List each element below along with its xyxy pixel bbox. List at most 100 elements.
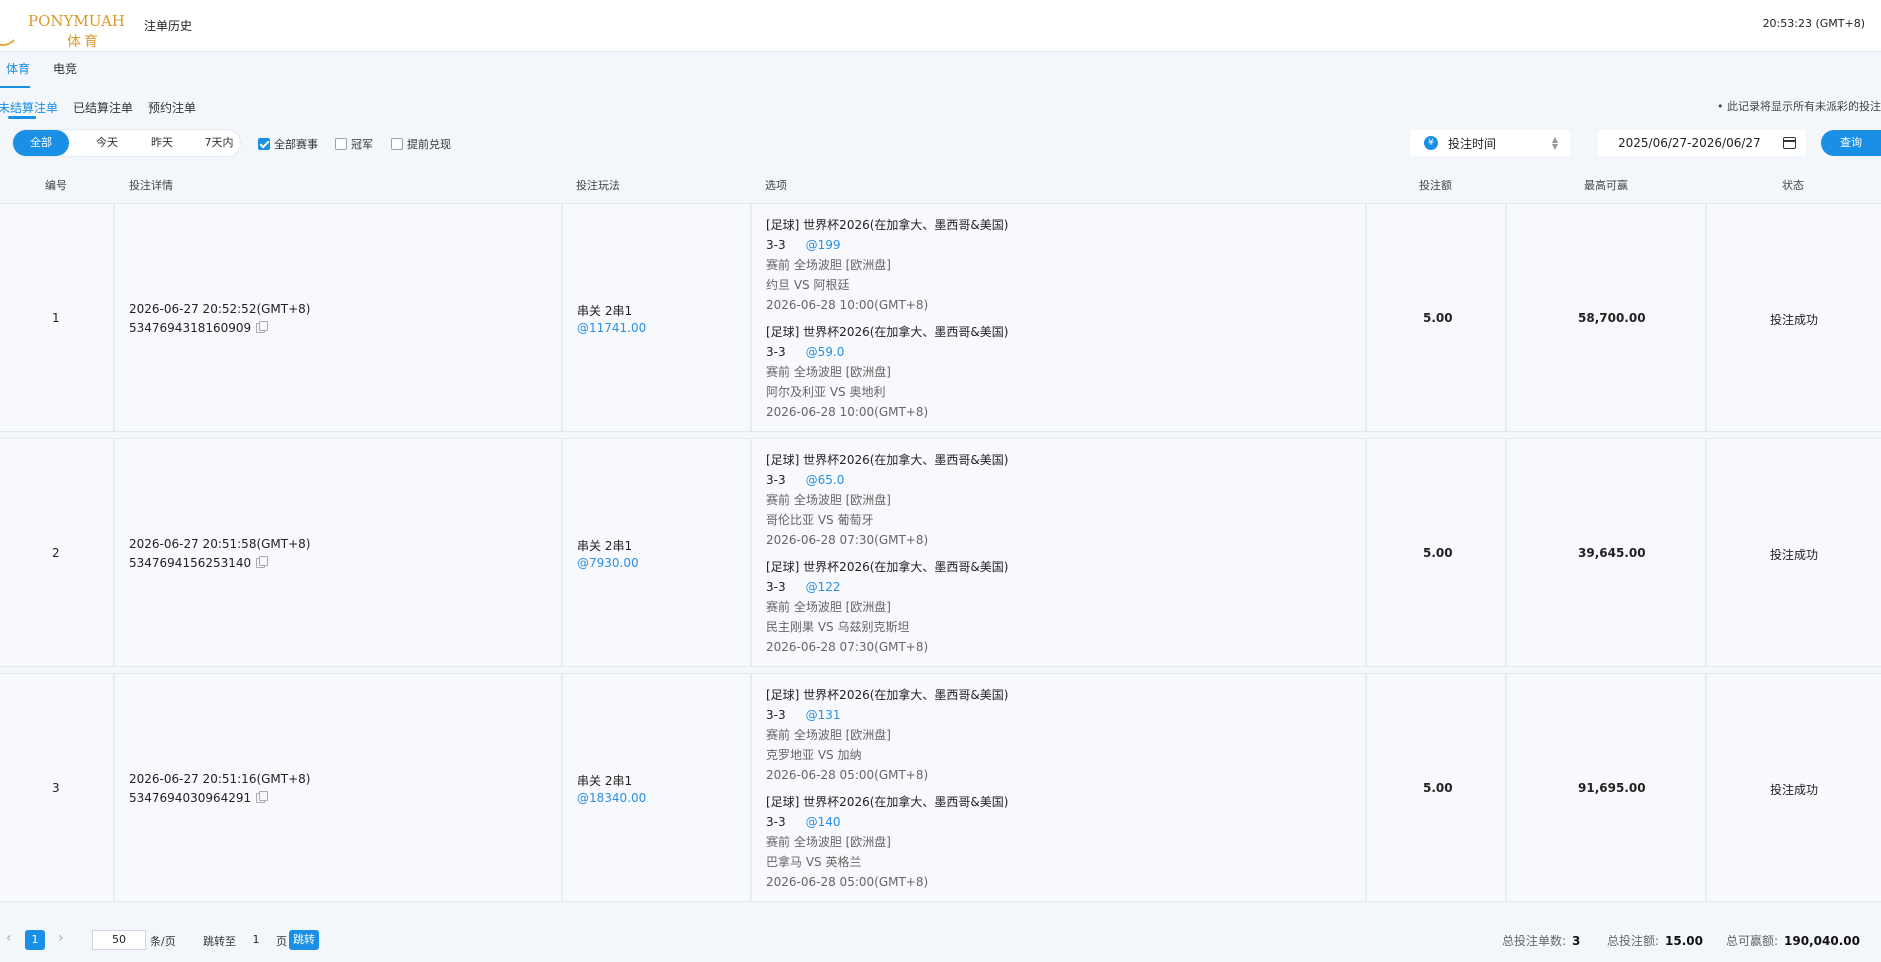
next-page-icon[interactable]: ›	[58, 930, 64, 946]
selection-pick: 3-3 @131	[766, 708, 841, 722]
filter-today[interactable]: 今天	[79, 130, 135, 156]
page-number-current[interactable]: 1	[25, 930, 45, 950]
page-size-input[interactable]: 50	[92, 930, 146, 950]
selection-time: 2026-06-28 05:00(GMT+8)	[766, 768, 929, 782]
stake-amount: 5.00	[1423, 311, 1453, 325]
ponymuah-logo[interactable]: PONYMUAH 体育	[0, 6, 125, 50]
jump-to-label: 跳转至	[203, 935, 236, 948]
date-range-text: 2025/06/27-2026/06/27	[1618, 136, 1761, 150]
selection-market: 赛前 全场波胆 [欧洲盘]	[766, 600, 891, 614]
records-notice: • 此记录将显示所有未派彩的投注	[1717, 100, 1881, 113]
sort-select[interactable]: ¥ 投注时间 ▲ ▼	[1410, 130, 1570, 156]
checkbox-cashout[interactable]: 提前兑现	[391, 136, 451, 151]
col-bet-type: 投注玩法	[576, 179, 620, 192]
filter-7days[interactable]: 7天内	[191, 130, 247, 156]
checkbox-icon[interactable]	[335, 138, 347, 150]
filter-all[interactable]: 全部	[13, 130, 69, 156]
checkbox-icon[interactable]	[391, 138, 403, 150]
date-range-picker[interactable]: 2025/06/27-2026/06/27	[1598, 130, 1806, 156]
checkbox-checked-icon[interactable]	[258, 138, 270, 150]
selection-match: 克罗地亚 VS 加纳	[766, 748, 862, 762]
selection-pick: 3-3 @140	[766, 815, 841, 829]
bet-time: 2026-06-27 20:52:52(GMT+8)	[129, 302, 311, 316]
bet-status: 投注成功	[1770, 548, 1819, 562]
bet-type: 串关 2串1	[577, 304, 633, 318]
max-win-amount: 91,695.00	[1578, 781, 1646, 795]
bet-time: 2026-06-27 20:51:58(GMT+8)	[129, 537, 311, 551]
checkbox-outright[interactable]: 冠军	[335, 136, 373, 151]
subtab-settled[interactable]: 已结算注单	[73, 99, 133, 116]
active-tab-indicator	[0, 86, 30, 88]
date-filter-segment: 全部 今天 昨天 7天内	[13, 130, 240, 156]
clock: 20:53:23 (GMT+8)	[1762, 17, 1865, 30]
row-number: 3	[52, 781, 60, 795]
jump-page-input[interactable]: 1	[246, 930, 266, 950]
per-page-label: 条/页	[150, 935, 176, 948]
selection-list: [足球] 世界杯2026(在加拿大、墨西哥&美国) 3-3 @131 赛前 全场波…	[766, 685, 1008, 892]
subtab-reserved[interactable]: 预约注单	[148, 99, 196, 116]
col-status: 状态	[1782, 179, 1804, 192]
tab-esports[interactable]: 电竞	[53, 60, 77, 77]
column-divider	[561, 674, 563, 901]
column-divider	[750, 439, 752, 666]
col-stake: 投注额	[1419, 179, 1452, 192]
combined-odds: @11741.00	[577, 321, 647, 335]
bet-id: 5347694030964291	[129, 791, 269, 805]
bet-history-title[interactable]: 注单历史	[144, 17, 192, 34]
logo-mark-icon	[0, 8, 20, 46]
copy-icon[interactable]	[256, 556, 269, 568]
active-subtab-indicator	[8, 116, 36, 119]
prev-page-icon[interactable]: ‹	[6, 930, 12, 946]
selection-league: [足球] 世界杯2026(在加拿大、墨西哥&美国)	[766, 795, 1009, 809]
column-divider	[561, 439, 563, 666]
selection-league: [足球] 世界杯2026(在加拿大、墨西哥&美国)	[766, 218, 1009, 232]
jump-button[interactable]: 跳转	[289, 930, 319, 950]
column-divider	[113, 674, 115, 901]
copy-icon[interactable]	[256, 321, 269, 333]
selection-pick: 3-3 @199	[766, 238, 841, 252]
query-button[interactable]: 查询	[1821, 130, 1881, 156]
filter-yesterday[interactable]: 昨天	[134, 130, 190, 156]
column-divider	[1365, 674, 1367, 901]
selection-time: 2026-06-28 10:00(GMT+8)	[766, 298, 929, 312]
max-win-amount: 58,700.00	[1578, 311, 1646, 325]
table-row: 2 2026-06-27 20:51:58(GMT+8) 53476941562…	[0, 438, 1881, 667]
yen-icon: ¥	[1424, 136, 1438, 150]
selection-market: 赛前 全场波胆 [欧洲盘]	[766, 493, 891, 507]
selection-match: 约旦 VS 阿根廷	[766, 278, 850, 292]
bet-type: 串关 2串1	[577, 539, 633, 553]
selection-league: [足球] 世界杯2026(在加拿大、墨西哥&美国)	[766, 325, 1009, 339]
max-win-amount: 39,645.00	[1578, 546, 1646, 560]
calendar-icon[interactable]	[1783, 137, 1796, 149]
selection-time: 2026-06-28 10:00(GMT+8)	[766, 405, 929, 419]
stake-amount: 5.00	[1423, 546, 1453, 560]
bet-status: 投注成功	[1770, 783, 1819, 797]
column-divider	[1705, 674, 1707, 901]
column-divider	[113, 204, 115, 431]
selection-time: 2026-06-28 07:30(GMT+8)	[766, 640, 929, 654]
selection-pick: 3-3 @65.0	[766, 473, 845, 487]
total-stake: 总投注额: 15.00	[1607, 934, 1704, 948]
selection-league: [足球] 世界杯2026(在加拿大、墨西哥&美国)	[766, 560, 1009, 574]
selection-time: 2026-06-28 07:30(GMT+8)	[766, 533, 929, 547]
selection-match: 民主刚果 VS 乌兹别克斯坦	[766, 620, 910, 634]
column-divider	[1505, 204, 1507, 431]
column-divider	[750, 674, 752, 901]
selection-time: 2026-06-28 05:00(GMT+8)	[766, 875, 929, 889]
selection-pick: 3-3 @122	[766, 580, 841, 594]
logo-subtext: 体育	[67, 34, 101, 50]
bet-id: 5347694156253140	[129, 556, 269, 570]
checkbox-all-events[interactable]: 全部赛事	[258, 136, 318, 151]
table-header: 编号 投注详情 投注玩法 选项 投注额 最高可赢 状态	[0, 172, 1881, 196]
selection-market: 赛前 全场波胆 [欧洲盘]	[766, 835, 891, 849]
selection-market: 赛前 全场波胆 [欧洲盘]	[766, 728, 891, 742]
tab-sports[interactable]: 体育	[6, 60, 30, 77]
top-header: PONYMUAH 体育 注单历史 20:53:23 (GMT+8)	[0, 0, 1881, 52]
copy-icon[interactable]	[256, 791, 269, 803]
col-number: 编号	[45, 179, 67, 192]
subtab-unsettled[interactable]: 未结算注单	[0, 99, 58, 116]
total-win: 总可赢额: 190,040.00	[1726, 934, 1860, 948]
column-divider	[1505, 439, 1507, 666]
stake-amount: 5.00	[1423, 781, 1453, 795]
col-max-win: 最高可赢	[1584, 179, 1628, 192]
